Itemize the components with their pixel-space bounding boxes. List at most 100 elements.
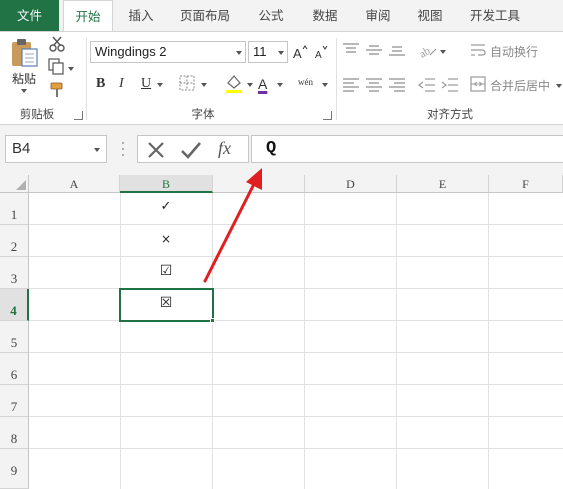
formula-input[interactable]: Q: [251, 135, 563, 163]
row-header-1[interactable]: 1: [0, 193, 29, 225]
row-header-7[interactable]: 7: [0, 385, 29, 417]
paste-button-label[interactable]: 粘贴: [12, 70, 36, 87]
gridline: [29, 448, 563, 449]
font-size-dropdown-icon[interactable]: [278, 51, 284, 55]
tab-formulas[interactable]: 公式: [248, 0, 294, 31]
name-box-dropdown-icon[interactable]: [94, 148, 100, 152]
row-header-6[interactable]: 6: [0, 353, 29, 385]
align-center-icon[interactable]: [365, 78, 383, 92]
merge-center-icon[interactable]: [470, 76, 486, 92]
middle-align-icon[interactable]: [365, 43, 383, 57]
name-box[interactable]: B4: [5, 135, 107, 163]
clipboard-group-label: 剪贴板: [19, 107, 55, 121]
worksheet-grid: A B C D E F 1 2 3 4 5 6 7 8 9 ✓ × ☑ ☒: [0, 175, 563, 489]
selected-cell-outline: [119, 288, 214, 322]
row-header-2[interactable]: 2: [0, 225, 29, 257]
row-header-5[interactable]: 5: [0, 321, 29, 353]
font-color-button[interactable]: A: [258, 75, 267, 93]
tab-home[interactable]: 开始: [63, 0, 113, 32]
format-painter-icon[interactable]: [48, 81, 66, 99]
column-header-e[interactable]: E: [397, 175, 489, 193]
tab-data[interactable]: 数据: [302, 0, 348, 31]
gridline: [488, 193, 489, 489]
gridline: [29, 224, 563, 225]
column-header-f[interactable]: F: [489, 175, 563, 193]
column-header-a[interactable]: A: [29, 175, 120, 193]
formula-value: Q: [266, 139, 277, 158]
fill-handle[interactable]: [210, 318, 215, 323]
border-dropdown-icon[interactable]: [201, 83, 207, 87]
row-header-3[interactable]: 3: [0, 257, 29, 289]
bold-button[interactable]: B: [96, 75, 105, 93]
tab-view[interactable]: 视图: [407, 0, 453, 31]
cell-b2[interactable]: ×: [120, 232, 212, 246]
insert-function-button[interactable]: fx: [218, 138, 231, 159]
cut-icon[interactable]: [48, 36, 66, 52]
italic-button[interactable]: I: [119, 75, 124, 93]
group-divider: [336, 38, 337, 120]
fill-color-icon[interactable]: [224, 73, 244, 93]
row-header-9[interactable]: 9: [0, 449, 29, 489]
align-right-icon[interactable]: [388, 78, 406, 92]
gridline: [29, 256, 563, 257]
top-align-icon[interactable]: [342, 43, 360, 57]
svg-text:A: A: [315, 50, 322, 60]
select-all-corner[interactable]: [0, 175, 29, 193]
copy-icon[interactable]: [48, 58, 66, 75]
formula-bar-grip-icon[interactable]: [121, 140, 125, 158]
orientation-dropdown-icon[interactable]: [440, 50, 446, 54]
orientation-icon[interactable]: ab: [418, 41, 438, 59]
merge-center-button[interactable]: 合并后居中: [490, 77, 550, 94]
gridline: [29, 384, 563, 385]
cancel-icon[interactable]: [146, 140, 166, 160]
align-left-icon[interactable]: [342, 78, 360, 92]
font-launcher-icon[interactable]: [323, 111, 332, 120]
underline-dropdown-icon[interactable]: [157, 83, 163, 87]
font-color-dropdown-icon[interactable]: [277, 83, 283, 87]
enter-icon[interactable]: [180, 140, 202, 160]
cell-b1[interactable]: ✓: [120, 199, 212, 214]
ribbon: 粘贴 剪贴板 Wingdings 2 11 A A B I U A wén 字体…: [0, 31, 563, 125]
shrink-font-icon[interactable]: A: [314, 44, 330, 60]
column-header-d[interactable]: D: [305, 175, 397, 193]
decrease-indent-icon[interactable]: [418, 77, 436, 93]
gridline: [29, 352, 563, 353]
border-icon[interactable]: [178, 74, 196, 92]
column-header-c[interactable]: C: [213, 175, 305, 193]
cell-b3[interactable]: ☑: [120, 263, 212, 279]
gridline: [212, 193, 213, 489]
formula-buttons: fx: [137, 135, 249, 163]
tab-insert[interactable]: 插入: [117, 0, 165, 31]
phonetic-dropdown-icon[interactable]: [322, 83, 328, 87]
phonetic-button[interactable]: wén: [298, 73, 313, 91]
fill-color-dropdown-icon[interactable]: [247, 83, 253, 87]
increase-indent-icon[interactable]: [441, 77, 459, 93]
merge-center-dropdown-icon[interactable]: [556, 84, 562, 88]
svg-text:A: A: [293, 46, 302, 60]
gridline: [29, 320, 563, 321]
bottom-align-icon[interactable]: [388, 43, 406, 57]
group-divider: [86, 38, 87, 120]
paste-icon[interactable]: [9, 37, 41, 69]
wrap-text-icon[interactable]: [470, 42, 486, 58]
tab-developer[interactable]: 开发工具: [460, 0, 530, 31]
clipboard-launcher-icon[interactable]: [74, 111, 83, 120]
gridline: [304, 193, 305, 489]
copy-dropdown-icon[interactable]: [68, 67, 74, 71]
tab-review[interactable]: 审阅: [355, 0, 401, 31]
alignment-group-label: 对齐方式: [427, 107, 473, 121]
tab-file[interactable]: 文件: [0, 0, 59, 31]
row-header-8[interactable]: 8: [0, 417, 29, 449]
gridline: [29, 416, 563, 417]
row-header-4[interactable]: 4: [0, 289, 29, 321]
font-name-dropdown-icon[interactable]: [236, 51, 242, 55]
underline-button[interactable]: U: [141, 75, 151, 93]
column-header-b[interactable]: B: [120, 175, 213, 193]
font-name-select[interactable]: Wingdings 2: [90, 41, 246, 63]
formula-bar: B4 fx Q: [0, 125, 563, 175]
wrap-text-button[interactable]: 自动换行: [490, 43, 538, 60]
select-all-triangle-icon: [16, 180, 26, 190]
grow-font-icon[interactable]: A: [292, 44, 308, 60]
tab-page-layout[interactable]: 页面布局: [170, 0, 240, 31]
paste-dropdown-icon[interactable]: [21, 89, 27, 93]
